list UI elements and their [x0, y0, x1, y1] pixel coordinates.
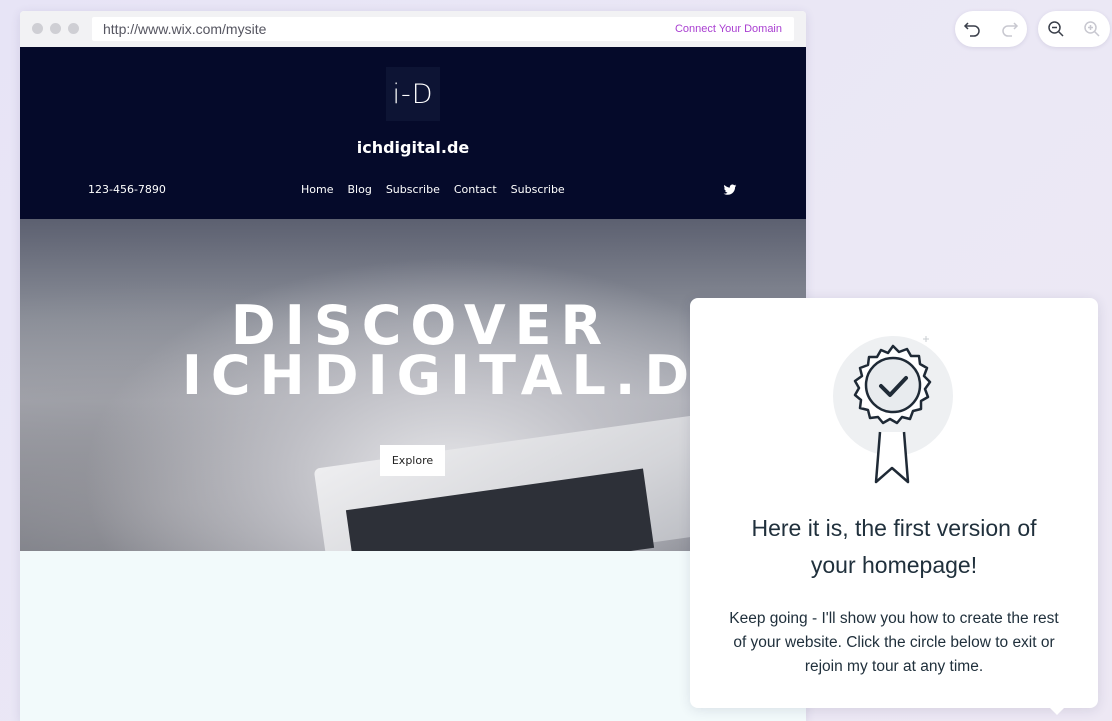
site-nav: Home Blog Subscribe Contact Subscribe: [301, 183, 579, 196]
nav-item-subscribe-2[interactable]: Subscribe: [511, 183, 565, 196]
explore-button[interactable]: Explore: [380, 445, 445, 476]
tour-popup: Here it is, the first version of your ho…: [690, 298, 1098, 708]
site-header: i-D ichdigital.de 123-456-7890 Home Blog…: [20, 47, 806, 219]
twitter-icon[interactable]: [723, 183, 737, 197]
redo-icon[interactable]: [998, 18, 1020, 40]
browser-window: http://www.wix.com/mysite Connect Your D…: [20, 11, 806, 721]
window-dot-maximize: [68, 23, 79, 34]
tour-body-line3: rejoin my tour at any time.: [804, 658, 984, 675]
nav-item-contact[interactable]: Contact: [454, 183, 497, 196]
zoom-out-icon[interactable]: [1045, 18, 1067, 40]
tour-body: Keep going - I'll show you how to create…: [712, 607, 1076, 679]
url-text: http://www.wix.com/mysite: [103, 21, 267, 37]
zoom-in-icon[interactable]: [1081, 18, 1103, 40]
site-logo[interactable]: i-D: [386, 67, 440, 121]
tour-body-line1: Keep going - I'll show you how to create…: [729, 610, 1059, 627]
url-bar: http://www.wix.com/mysite Connect Your D…: [92, 17, 794, 41]
undo-redo-controls: [955, 11, 1027, 47]
tour-title-line2: your homepage!: [810, 552, 978, 578]
zoom-controls: [1038, 11, 1110, 47]
connect-domain-link[interactable]: Connect Your Domain: [675, 23, 782, 35]
undo-icon[interactable]: [962, 18, 984, 40]
browser-chrome: http://www.wix.com/mysite Connect Your D…: [20, 11, 806, 48]
tour-title-line1: Here it is, the first version of: [751, 515, 1037, 541]
window-dot-close: [32, 23, 43, 34]
logo-text: i-D: [392, 78, 434, 110]
tour-body-line2: of your website. Click the circle below …: [733, 634, 1055, 651]
nav-item-subscribe[interactable]: Subscribe: [386, 183, 440, 196]
award-badge-icon: [833, 336, 953, 484]
tour-popup-pointer: [1048, 706, 1066, 715]
site-name: ichdigital.de: [356, 138, 470, 157]
page-content-area: [20, 551, 806, 721]
nav-item-blog[interactable]: Blog: [347, 183, 371, 196]
tour-title: Here it is, the first version of your ho…: [690, 510, 1098, 584]
hero-section: DISCOVER ICHDIGITAL.DE Explore: [20, 219, 806, 551]
phone-number: 123-456-7890: [88, 183, 166, 196]
window-dot-minimize: [50, 23, 61, 34]
nav-item-home[interactable]: Home: [301, 183, 333, 196]
